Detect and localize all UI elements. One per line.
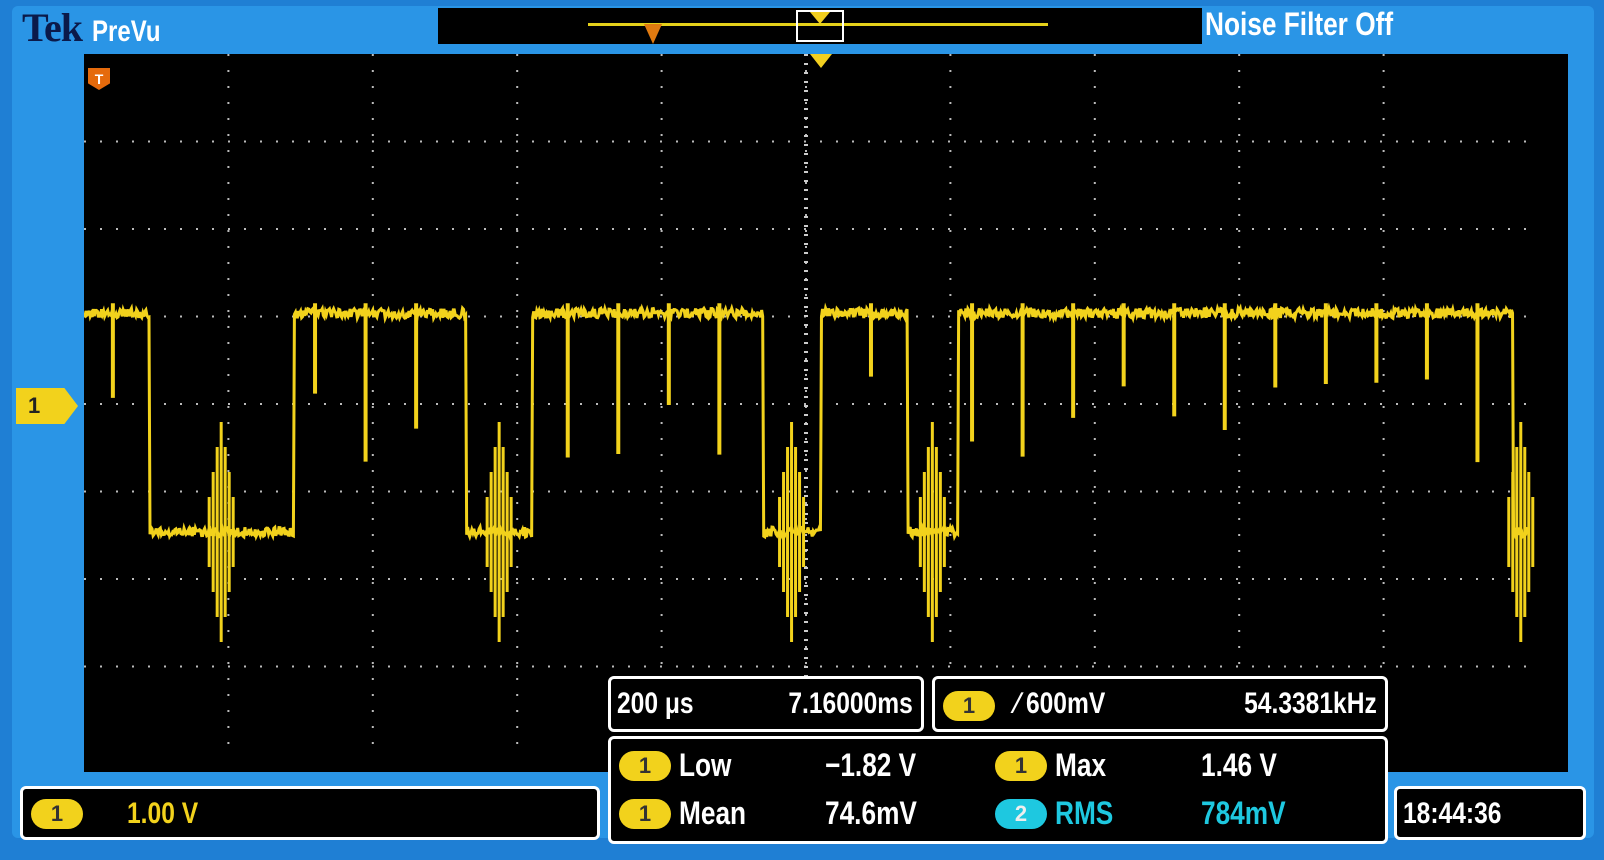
measurement-channel-badge: 1 bbox=[619, 799, 671, 829]
measurements-panel[interactable]: 1 Low −1.82 V 1 Max 1.46 V 1 Mean 74.6mV… bbox=[608, 736, 1388, 844]
trigger-level-value: ∕ 600mV bbox=[1015, 687, 1106, 720]
graticule-grid bbox=[84, 54, 1528, 754]
measurement-channel-badge: 1 bbox=[619, 751, 671, 781]
horizontal-position-value: 7.16000ms bbox=[788, 687, 913, 720]
channel1-volts-per-div: 1.00 V bbox=[127, 797, 199, 830]
measurement-channel-badge: 1 bbox=[995, 751, 1047, 781]
timebase-value: 200 μs bbox=[617, 687, 694, 720]
channel1-badge: 1 bbox=[31, 799, 83, 829]
trigger-source-badge: 1 bbox=[943, 691, 995, 721]
measurement-value: 74.6mV bbox=[825, 795, 917, 831]
measurement-row: 1 Mean 74.6mV bbox=[615, 791, 995, 837]
measurement-label: RMS bbox=[1055, 795, 1114, 831]
acquisition-mode: PreVu bbox=[92, 15, 161, 48]
horizontal-readout[interactable]: 200 μs 7.16000ms bbox=[608, 676, 924, 732]
brand-header: Tek PreVu bbox=[22, 4, 178, 50]
noise-filter-status: Noise Filter Off bbox=[1205, 6, 1394, 42]
measurement-row: 1 Low −1.82 V bbox=[615, 743, 995, 789]
measurement-label: Low bbox=[679, 747, 732, 783]
waveform-graticule bbox=[84, 54, 1568, 772]
trigger-position-marker-icon[interactable] bbox=[810, 54, 832, 68]
brand-logo: Tek bbox=[22, 5, 83, 50]
measurement-value: 784mV bbox=[1201, 795, 1286, 831]
measurement-label: Max bbox=[1055, 747, 1107, 783]
measurement-row: 1 Max 1.46 V bbox=[991, 743, 1381, 789]
channel1-spikes bbox=[110, 303, 1535, 642]
clock-readout: 18:44:36 bbox=[1394, 786, 1586, 840]
graticule-svg bbox=[84, 54, 1535, 754]
measurement-value: 1.46 V bbox=[1201, 747, 1277, 783]
measurement-channel-badge: 2 bbox=[995, 799, 1047, 829]
record-trigger-marker-icon bbox=[644, 24, 662, 44]
measurement-row: 2 RMS 784mV bbox=[991, 791, 1381, 837]
trigger-frequency-value: 54.3381kHz bbox=[1244, 687, 1377, 720]
measurement-value: −1.82 V bbox=[825, 747, 917, 783]
channel1-scale-readout[interactable]: 1 1.00 V bbox=[20, 786, 600, 840]
record-view-bar[interactable] bbox=[438, 8, 1202, 44]
record-window-marker-icon bbox=[810, 12, 830, 24]
trigger-readout[interactable]: 1 ∕ 600mV 54.3381kHz bbox=[932, 676, 1388, 732]
clock-time: 18:44:36 bbox=[1403, 797, 1502, 830]
measurement-label: Mean bbox=[679, 795, 747, 831]
